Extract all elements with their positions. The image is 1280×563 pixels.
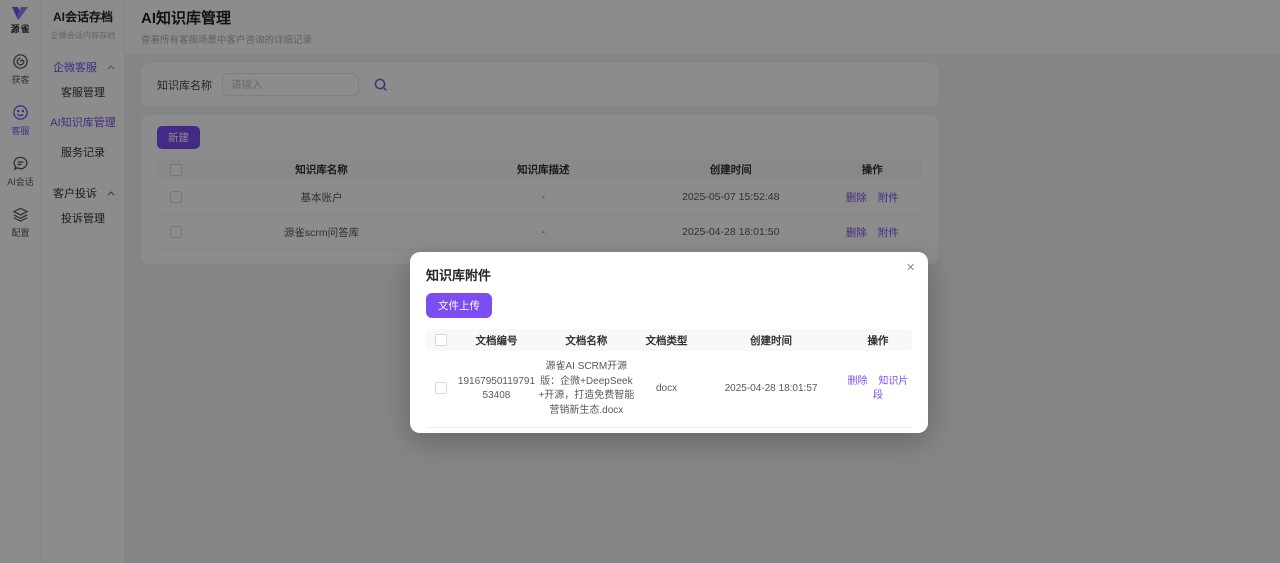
file-upload-button[interactable]: 文件上传 (426, 293, 492, 318)
doc-created: 2025-04-28 18:01:57 (724, 382, 818, 394)
select-all-checkbox[interactable] (434, 334, 447, 347)
doc-type: docx (655, 382, 678, 394)
doc-name: 源雀AI SCRM开源版：企微+DeepSeek+开源，打造免费智能营销新生态.… (538, 361, 635, 416)
kb-attachments-modal: × 知识库附件 文件上传 文档编号 文档名称 文档类型 创建时间 操作 1916… (410, 252, 928, 433)
doc-col-created: 创建时间 (750, 334, 793, 347)
doc-col-type: 文档类型 (645, 334, 688, 347)
table-row: 1916795011979153408 源雀AI SCRM开源版：企微+Deep… (426, 351, 912, 428)
row-checkbox[interactable] (434, 382, 447, 395)
attachment-table: 文档编号 文档名称 文档类型 创建时间 操作 19167950119791534… (426, 329, 912, 428)
close-icon[interactable]: × (906, 260, 915, 275)
doc-col-id: 文档编号 (475, 334, 518, 347)
doc-col-name: 文档名称 (565, 334, 608, 347)
attachment-table-header: 文档编号 文档名称 文档类型 创建时间 操作 (426, 329, 912, 351)
modal-title: 知识库附件 (426, 268, 492, 283)
doc-col-actions: 操作 (867, 334, 889, 347)
doc-id: 1916795011979153408 (457, 375, 536, 402)
delete-link[interactable]: 删除 (848, 376, 868, 387)
knowledge-fragment-link[interactable]: 知识片段 (873, 376, 908, 402)
